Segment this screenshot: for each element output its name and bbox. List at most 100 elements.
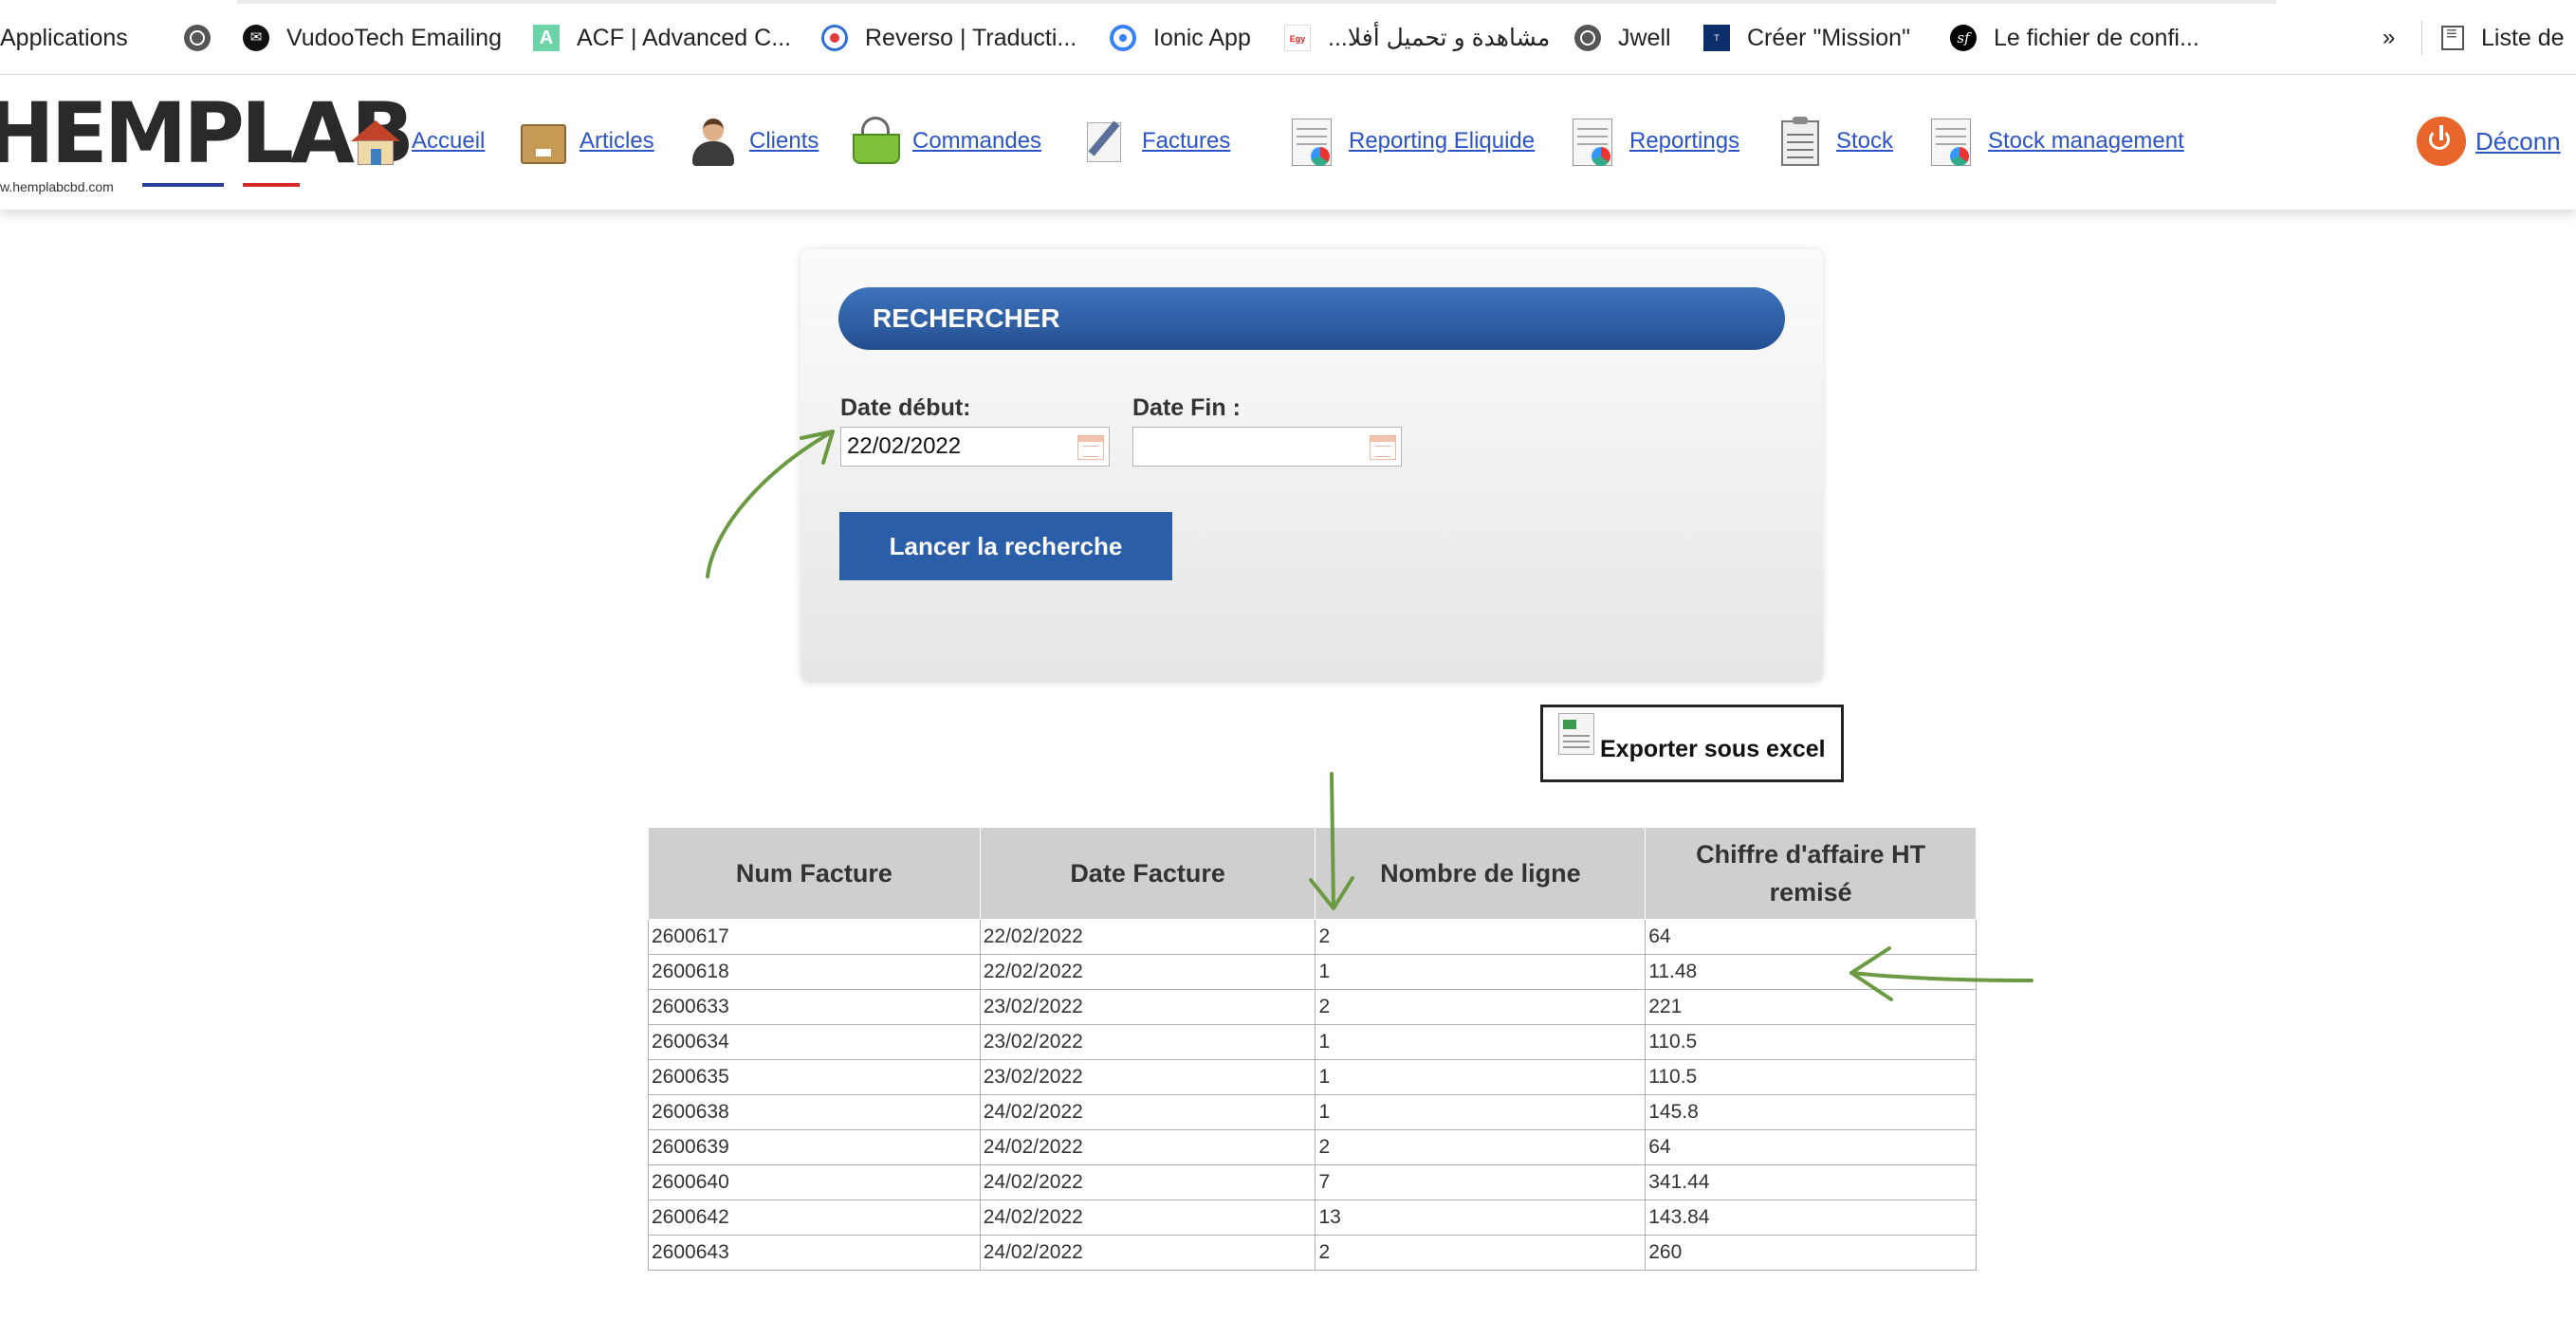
bookmark-ionic[interactable]: Ionic App (1110, 19, 1251, 57)
bookmark-applications[interactable]: Applications (0, 19, 128, 57)
bookmark-label: Reverso | Traducti... (865, 24, 1077, 51)
export-excel-button[interactable]: Exporter sous excel (1540, 705, 1844, 782)
bookmark-reverso[interactable]: Reverso | Traducti... (821, 19, 1076, 57)
cell-nombre-ligne: 2 (1315, 919, 1647, 955)
cell-date-facture: 24/02/2022 (979, 1164, 1316, 1200)
cell-nombre-ligne: 2 (1315, 1129, 1647, 1165)
overflow-label: » (2383, 25, 2396, 50)
search-panel: RECHERCHER Date début: Date Fin : Lancer… (800, 249, 1823, 683)
cell-num-facture: 2600617 (648, 919, 981, 955)
nav-label[interactable]: Accueil (412, 128, 485, 155)
bookmark-acf[interactable]: A ACF | Advanced C... (533, 19, 791, 57)
nav-item-clients[interactable]: Clients (687, 113, 819, 170)
bookmark-label: Applications (0, 24, 128, 51)
bookmark-trello-mission[interactable]: T Créer "Mission" (1703, 19, 1910, 57)
report-chart-icon (1567, 115, 1620, 168)
bookmark-globe[interactable] (184, 19, 228, 57)
table-header-row: Num Facture Date Facture Nombre de ligne… (648, 827, 1977, 920)
cell-num-facture: 2600642 (648, 1200, 981, 1236)
cell-num-facture: 2600618 (648, 954, 981, 990)
cell-nombre-ligne: 1 (1315, 1059, 1647, 1095)
ionic-icon (1110, 25, 1136, 51)
cell-chiffre-affaire: 64 (1645, 1129, 1977, 1165)
cell-nombre-ligne: 2 (1315, 1235, 1647, 1271)
bookmarks-overflow-button[interactable]: » (2383, 19, 2395, 57)
bookmark-vudootech[interactable]: ✉ VudooTech Emailing (243, 19, 502, 57)
clipboard-icon (1774, 115, 1827, 168)
table-row: 2600634 23/02/2022 1 110.5 (648, 1024, 1977, 1060)
bookmarks-divider (2421, 21, 2422, 55)
reading-list-icon (2441, 24, 2464, 50)
table-row: 2600638 24/02/2022 1 145.8 (648, 1094, 1977, 1130)
column-header-date-facture: Date Facture (979, 827, 1316, 920)
bookmark-label: ACF | Advanced C... (577, 24, 792, 51)
cell-num-facture: 2600638 (648, 1094, 981, 1130)
cell-chiffre-affaire: 260 (1645, 1235, 1977, 1271)
nav-label[interactable]: Commandes (912, 128, 1041, 155)
nav-item-factures[interactable]: Factures (1079, 113, 1230, 170)
bookmark-symfony[interactable]: sf Le fichier de confi... (1950, 19, 2199, 57)
nav-item-reporting-eliquide[interactable]: Reporting Eliquide (1286, 113, 1535, 170)
nav-label[interactable]: Factures (1142, 128, 1230, 155)
nav-item-stock[interactable]: Stock (1774, 113, 1893, 170)
nav-label[interactable]: Stock management (1988, 128, 2184, 155)
nav-label[interactable]: Clients (749, 128, 819, 155)
date-debut-input[interactable] (840, 427, 1110, 467)
logout-label[interactable]: Déconn (2475, 127, 2561, 156)
reading-list-label: Liste de (2481, 24, 2565, 51)
nav-label[interactable]: Reportings (1629, 128, 1739, 155)
cell-chiffre-affaire: 110.5 (1645, 1024, 1977, 1060)
table-row: 2600639 24/02/2022 2 64 (648, 1129, 1977, 1165)
column-header-nombre-ligne: Nombre de ligne (1315, 827, 1647, 920)
cell-chiffre-affaire: 341.44 (1645, 1164, 1977, 1200)
nav-item-commandes[interactable]: Commandes (850, 113, 1041, 170)
nav-label[interactable]: Articles (580, 128, 654, 155)
trello-icon: T (1703, 25, 1730, 51)
cell-date-facture: 22/02/2022 (979, 954, 1316, 990)
table-row: 2600635 23/02/2022 1 110.5 (648, 1059, 1977, 1095)
cell-date-facture: 24/02/2022 (979, 1200, 1316, 1236)
cell-num-facture: 2600635 (648, 1059, 981, 1095)
cell-chiffre-affaire: 64 (1645, 919, 1977, 955)
nav-item-articles[interactable]: Articles (517, 113, 654, 170)
date-debut-label: Date début: (840, 394, 971, 421)
hemplab-logo[interactable]: HEMPLAB w.hemplabcbd.com (0, 92, 414, 200)
cell-date-facture: 23/02/2022 (979, 1024, 1316, 1060)
spreadsheet-icon (1558, 713, 1594, 755)
export-excel-label: Exporter sous excel (1600, 736, 1826, 762)
calendar-icon[interactable] (1077, 435, 1104, 460)
search-panel-title: RECHERCHER (838, 287, 1785, 350)
nav-label[interactable]: Stock (1836, 128, 1893, 155)
globe-icon (184, 25, 211, 51)
cell-num-facture: 2600640 (648, 1164, 981, 1200)
nav-item-stock-management[interactable]: Stock management (1925, 113, 2184, 170)
column-header-chiffre-affaire: Chiffre d'affaire HT remisé (1645, 827, 1977, 920)
calendar-icon[interactable] (1370, 435, 1396, 460)
reading-list-button[interactable]: Liste de (2441, 19, 2565, 57)
logo-underline-red (243, 183, 300, 187)
cell-chiffre-affaire: 143.84 (1645, 1200, 1977, 1236)
nav-item-accueil[interactable]: Accueil (349, 113, 485, 170)
person-icon (687, 115, 740, 168)
bookmark-jwell[interactable]: Jwell (1574, 19, 1671, 57)
table-row: 2600633 23/02/2022 2 221 (648, 989, 1977, 1025)
column-header-num-facture: Num Facture (648, 827, 981, 920)
cell-nombre-ligne: 2 (1315, 989, 1647, 1025)
bookmark-label: Jwell (1618, 24, 1671, 51)
search-submit-button[interactable]: Lancer la recherche (839, 512, 1172, 580)
cell-date-facture: 23/02/2022 (979, 989, 1316, 1025)
globe-icon (1574, 25, 1601, 51)
acf-icon: A (533, 25, 560, 51)
cell-nombre-ligne: 1 (1315, 1024, 1647, 1060)
report-chart-icon (1286, 115, 1339, 168)
nav-item-reportings[interactable]: Reportings (1567, 113, 1739, 170)
report-chart-icon (1925, 115, 1978, 168)
nav-label[interactable]: Reporting Eliquide (1349, 128, 1535, 155)
cell-chiffre-affaire: 145.8 (1645, 1094, 1977, 1130)
date-fin-input[interactable] (1132, 427, 1402, 467)
bookmark-egybest[interactable]: Egy مشاهدة و تحميل أفلا... (1284, 19, 1550, 57)
reverso-icon (821, 25, 848, 51)
bookmark-label: Le fichier de confi... (1994, 24, 2199, 51)
logout-link[interactable]: Déconn (2417, 113, 2561, 170)
bookmarks-bar: Applications ✉ VudooTech Emailing A ACF … (0, 0, 2576, 75)
